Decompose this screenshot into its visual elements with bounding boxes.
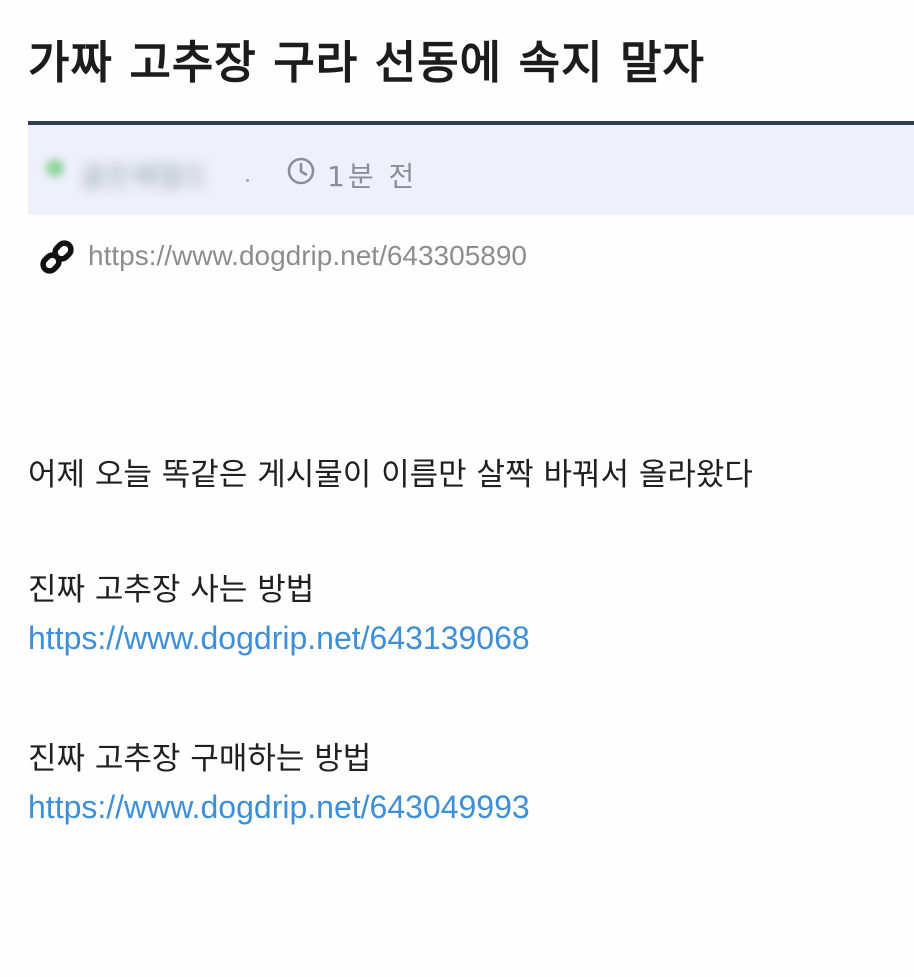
author-name[interactable]: 골든헤럴드 bbox=[80, 155, 209, 195]
body-line-1: 어제 오늘 똑같은 게시물이 이름만 살짝 바꿔서 올라왔다 bbox=[28, 457, 753, 493]
section1-text: 진짜 고추장 사는 방법 bbox=[28, 572, 315, 608]
post-title: 가짜 고추장 구라 선동에 속지 말자 bbox=[28, 36, 705, 89]
clock-icon bbox=[287, 157, 315, 185]
author-status-dot bbox=[46, 159, 64, 177]
link-icon[interactable] bbox=[38, 238, 76, 276]
meta-separator bbox=[246, 179, 249, 182]
post-meta-bar: 골든헤럴드 1분 전 bbox=[28, 125, 914, 215]
section2-text: 진짜 고추장 구매하는 방법 bbox=[28, 741, 372, 777]
post-page: 가짜 고추장 구라 선동에 속지 말자 골든헤럴드 1분 전 https://w… bbox=[0, 0, 914, 977]
section2-link[interactable]: https://www.dogdrip.net/643049993 bbox=[28, 789, 530, 826]
section1-link[interactable]: https://www.dogdrip.net/643139068 bbox=[28, 620, 530, 657]
post-time: 1분 전 bbox=[327, 160, 418, 193]
author[interactable]: 골든헤럴드 bbox=[46, 153, 256, 193]
post-url[interactable]: https://www.dogdrip.net/643305890 bbox=[88, 240, 527, 272]
